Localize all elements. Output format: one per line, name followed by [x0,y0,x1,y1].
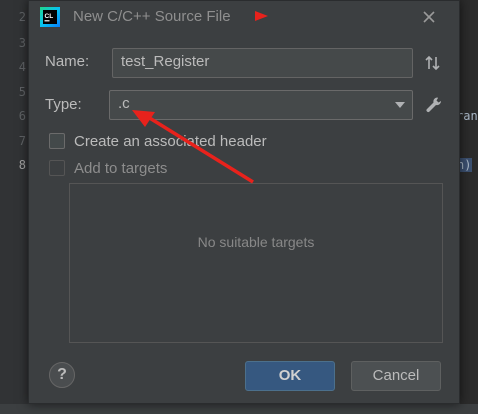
sort-arrows-icon[interactable] [424,54,442,72]
editor-right-area: ran n) [456,0,478,414]
wrench-icon[interactable] [424,95,444,115]
dialog-titlebar[interactable]: CL New C/C++ Source File [29,1,459,35]
help-button[interactable]: ? [49,362,75,388]
type-label: Type: [45,96,82,113]
name-label: Name: [45,53,90,70]
type-select[interactable]: .c [109,90,413,120]
close-icon[interactable] [418,6,440,28]
ok-button[interactable]: OK [245,361,335,391]
line-number: 3 [18,36,26,50]
dialog-title: New C/C++ Source File [73,8,231,25]
line-number: 5 [18,85,26,99]
line-number: 4 [18,60,26,74]
line-number: 2 [18,10,26,24]
clion-logo-icon: CL [40,7,60,27]
name-input[interactable]: test_Register [112,48,413,78]
targets-empty-message: No suitable targets [197,234,315,250]
targets-list[interactable]: No suitable targets [69,183,443,343]
line-number-current: 8 [18,158,26,172]
line-number: 6 [18,109,26,123]
logo-text: CL [45,13,54,20]
status-strip [0,404,478,414]
add-targets-label[interactable]: Add to targets [74,160,167,177]
cancel-button[interactable]: Cancel [351,361,441,391]
create-header-label[interactable]: Create an associated header [74,133,267,150]
line-number: 7 [18,134,26,148]
type-select-value: .c [118,95,130,112]
create-header-checkbox[interactable] [49,133,65,149]
new-source-file-dialog: CL New C/C++ Source File Name: test_Regi… [28,0,460,404]
chevron-down-icon[interactable] [394,101,406,109]
add-targets-checkbox[interactable] [49,160,65,176]
editor-gutter: 2 3 4 5 6 7 8 [0,0,30,414]
